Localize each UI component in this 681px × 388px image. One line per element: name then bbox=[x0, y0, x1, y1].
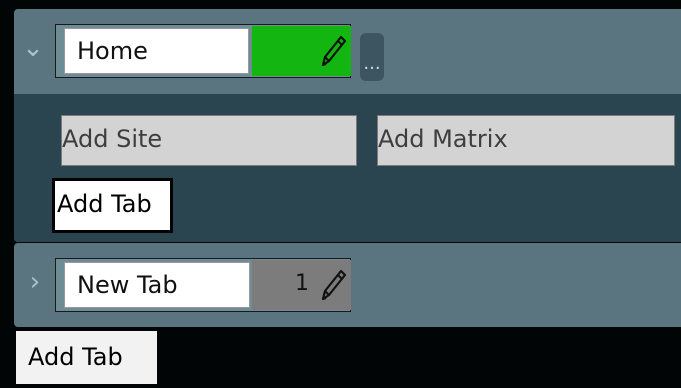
tab-home-panel: ⌄ Home ... Add Site Add Matrix Add Tab bbox=[14, 9, 681, 242]
add-tab-button[interactable]: Add Tab bbox=[16, 331, 157, 384]
pencil-icon[interactable] bbox=[317, 31, 347, 71]
tab-name-input-new[interactable]: New Tab bbox=[64, 262, 250, 308]
pencil-icon[interactable] bbox=[317, 265, 347, 305]
add-site-button[interactable]: Add Site bbox=[61, 115, 357, 166]
tab-color-swatch-home[interactable] bbox=[252, 26, 351, 76]
tab-name-input-home[interactable]: Home bbox=[64, 28, 249, 74]
tab-color-swatch-new[interactable]: 1 bbox=[252, 260, 351, 310]
add-matrix-button[interactable]: Add Matrix bbox=[377, 115, 675, 166]
add-tab-button-inner[interactable]: Add Tab bbox=[52, 178, 173, 233]
tab-content-home: Add Site Add Matrix Add Tab bbox=[14, 94, 681, 242]
tab-new-panel: › New Tab 1 bbox=[14, 243, 681, 327]
chevron-down-icon[interactable]: ⌄ bbox=[20, 35, 46, 61]
chevron-right-icon[interactable]: › bbox=[22, 269, 48, 295]
tab-header-home: Home bbox=[55, 24, 351, 78]
tab-count: 1 bbox=[295, 271, 309, 296]
tab-header-new: New Tab 1 bbox=[55, 258, 351, 312]
tab-more-button[interactable]: ... bbox=[360, 33, 384, 81]
